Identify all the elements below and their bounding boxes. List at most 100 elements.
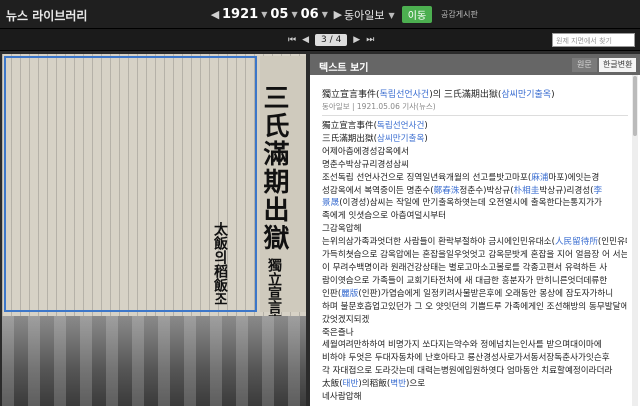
chevron-down-icon: ▼ (388, 10, 395, 20)
page-search-input[interactable]: 원제 지면에서 찾기 (552, 33, 635, 47)
article-line: 하며 불문호흡업고있던가 그 오 얏잇던의 기쁨드루 가족에게인 조선해방의 동… (322, 301, 627, 314)
text-view-panel: 텍스트 보기 원문 한글변환 獨立宣言事件(독립선언사건)의 三氏滿期出獄(삼씨… (310, 54, 640, 406)
scan-headline: 三氏滿期出獄 獨立宣言事件 (256, 84, 293, 342)
article-text: 그감옥압헤 (322, 224, 362, 235)
article-reading: 태반 (342, 379, 359, 390)
top-bar: 뉴스 라이브러리 ◀ 1921 ▼ 05 ▼ 06 ▼ ▶ 동아일보 ▼ 이동 … (0, 0, 640, 29)
day-select[interactable]: 06 ▼ (301, 7, 331, 22)
go-button[interactable]: 이동 (402, 6, 432, 23)
article-meta: 동아일보 | 1921.05.06 기사(뉴스) (322, 102, 436, 111)
day-value: 06 (300, 7, 319, 22)
article-line: 죽은즐나 (322, 327, 627, 340)
article-text: 는위의삼가족과엇더한 사람들이 환락부절하야 금시에인민유대소( (322, 237, 555, 248)
date-navigator: ◀ 1921 ▼ 05 ▼ 06 ▼ ▶ (208, 4, 345, 25)
article-text: 성감옥에서 복역중이든 명춘수( (322, 185, 434, 196)
scan-subheading: 太飯의稻飯조 (212, 222, 228, 306)
newspaper-select[interactable]: 동아일보 ▼ (344, 6, 398, 24)
article-reading: 麻浦 (531, 172, 549, 183)
article-text: 박상규 (539, 185, 564, 196)
scan-photo (2, 316, 306, 406)
next-page-icon[interactable]: ▶ (353, 35, 360, 45)
month-select[interactable]: 05 ▼ (270, 7, 300, 22)
article-line: 갔엇겠지되겠 (322, 314, 627, 327)
article-text: 명춘수박상규리경성삼씨 (322, 159, 409, 170)
article-text: )박상규( (483, 185, 514, 196)
article-line: 족에게 잇셧슴으로 아츰여덜시부터 (322, 210, 627, 223)
article-line: 인판(麗版(인판)가엽슴에게 일정키려사물받은후에 오래동안 몽상에 잠도자가하… (322, 288, 627, 301)
year-value: 1921 (222, 7, 259, 22)
article-text: (인판) (358, 288, 381, 299)
article-reading: 麗版 (341, 288, 359, 299)
last-page-icon[interactable]: ⏭ (366, 35, 374, 45)
article-title-part: 獨立宣言事件( (322, 90, 380, 100)
article-line: 성감옥에서 복역중이든 명춘수(鄭春洙정춘수)박상규(朴相圭박상규)리경성(李 (322, 185, 627, 198)
article-text: 세월여려만하하여 비명가지 쏘다지는약수와 정에넘치는인사를 받으며대이마에 (322, 340, 602, 351)
panel-scroll-thumb[interactable] (633, 76, 637, 136)
article-reading: 李 (593, 185, 603, 196)
article-text: 비하야 두엇은 두대자동차에 난호아타고 룡산경성사로가서동서장독춘사가잇슨후 (322, 353, 610, 364)
article-text: )의稻飯( (358, 379, 391, 390)
divider (322, 115, 628, 116)
board-link[interactable]: 공감게시판 (441, 9, 478, 20)
article-text: 獨立宣言事件( (322, 121, 377, 131)
article-reading: 人民留待所 (554, 237, 598, 248)
article-text: (인민유대소)는 (597, 237, 627, 248)
newspaper-scan[interactable]: 三氏滿期出獄 獨立宣言事件 太飯의稻飯조 (2, 54, 306, 406)
page-bar: ⏮ ◀ 3 / 4 ▶ ⏭ (0, 29, 640, 51)
article-line: 명춘수박상규리경성삼씨 (322, 159, 627, 172)
article-line: 네사람압해 (322, 391, 627, 404)
newspaper-name: 동아일보 (344, 9, 385, 22)
article-line: 그감옥압헤 (322, 223, 627, 236)
article-line: 이 무려수백명이라 원래건강상태는 별로고마소고볼로를 각종고편서 유력하든 사 (322, 262, 627, 275)
year-select[interactable]: 1921 ▼ (222, 7, 270, 22)
article-text: 정춘수 (459, 185, 484, 196)
article-text: 어제아츰에경성감옥에서 (322, 146, 409, 157)
article-text: 三氏滿期出獄( (322, 133, 377, 144)
article-line: 太飯(태반)의稻飯(벽반)으로 (322, 378, 627, 391)
article-title-part: )의 三氏滿期出獄( (429, 90, 502, 100)
article-line: 비하야 두엇은 두대자동차에 난호아타고 룡산경성사로가서동서장독춘사가잇슨후 (322, 352, 627, 365)
article-text: 마포 (548, 172, 565, 183)
first-page-icon[interactable]: ⏮ (288, 35, 296, 45)
article-reading: 벽반 (390, 379, 407, 390)
article-body: 獨立宣言事件(독립선언사건) 三氏滿期出獄(삼씨만기출옥) 어제아츰에경성감옥에서명… (322, 120, 627, 404)
article-line: 獨立宣言事件(독립선언사건) (322, 120, 627, 133)
page-pager: ⏮ ◀ 3 / 4 ▶ ⏭ (288, 32, 374, 48)
prev-page-icon[interactable]: ◀ (302, 35, 309, 45)
chevron-down-icon: ▼ (291, 10, 298, 19)
article-text: )으로 (406, 379, 426, 390)
article-line: 어제아츰에경성감옥에서 (322, 146, 627, 159)
article-text: 太飯( (322, 379, 343, 390)
article-title-reading: 삼씨만기출옥 (501, 90, 552, 100)
panel-title: 텍스트 보기 (319, 63, 369, 74)
article-text: 각 자대접으로 도라갓는데 대력는병원에입원하엿다 엄마동안 치료할예정이라더라 (322, 366, 613, 377)
article-reading: 삼씨만기출옥 (376, 133, 425, 144)
article-text: 조선독립 선언사건으로 징역일년육개월의 선고를밧고마포( (322, 172, 532, 183)
article-text: (이경성)삼씨는 작일에 만기출옥하엿는데 오전열시에 출옥한다는통지가가 (339, 198, 602, 209)
article-text: 하며 불문호흡업고있던가 그 오 얏잇던의 기쁨드루 가족에게인 조선해방의 동… (322, 301, 627, 312)
scan-headline-main: 三氏滿期出獄 (259, 84, 289, 252)
article-text: 가엽슴에게 일정키려사물받은후에 오래동안 몽상에 잠도자가하니 (380, 288, 614, 299)
article-text: 람이엿슴으로 가족들이 교회기타전처에 새 대급한 흥분자가 만히니른엇더데류한 (322, 275, 608, 286)
article-line: 景晟(이경성)삼씨는 작일에 만기출옥하엿는데 오전열시에 출옥한다는통지가가 (322, 197, 627, 210)
article-title: 獨立宣言事件(독립선언사건)의 三氏滿期出獄(삼씨만기출옥) (322, 87, 555, 100)
article-text: )리경성( (563, 185, 594, 196)
article-reading: 朴相圭 (513, 185, 540, 196)
article-line: 세월여려만하하여 비명가지 쏘다지는약수와 정에넘치는인사를 받으며대이마에 (322, 339, 627, 352)
chevron-down-icon: ▼ (261, 10, 268, 19)
article-line: 는위의삼가족과엇더한 사람들이 환락부절하야 금시에인민유대소(人民留待所(인민… (322, 236, 627, 249)
article-line: 각 자대접으로 도라갓는데 대력는병원에입원하엿다 엄마동안 치료할예정이라더라 (322, 365, 627, 378)
article-text: )에잇는경 (564, 172, 600, 183)
current-page: 3 (321, 35, 327, 45)
article-title-reading: 독립선언사건 (379, 90, 430, 100)
tab-korean-converted[interactable]: 한글변환 (599, 58, 637, 72)
next-date-arrow-icon[interactable]: ▶ (331, 8, 345, 21)
article-reading: 독립선언사건 (376, 121, 425, 131)
tab-original[interactable]: 원문 (572, 58, 597, 72)
article-text: ) (424, 121, 428, 131)
prev-date-arrow-icon[interactable]: ◀ (208, 8, 222, 21)
app-title[interactable]: 뉴스 라이브러리 (6, 7, 87, 24)
page-indicator: 3 / 4 (315, 34, 348, 46)
panel-header: 텍스트 보기 원문 한글변환 (310, 54, 640, 75)
article-text: 네사람압해 (322, 392, 362, 403)
